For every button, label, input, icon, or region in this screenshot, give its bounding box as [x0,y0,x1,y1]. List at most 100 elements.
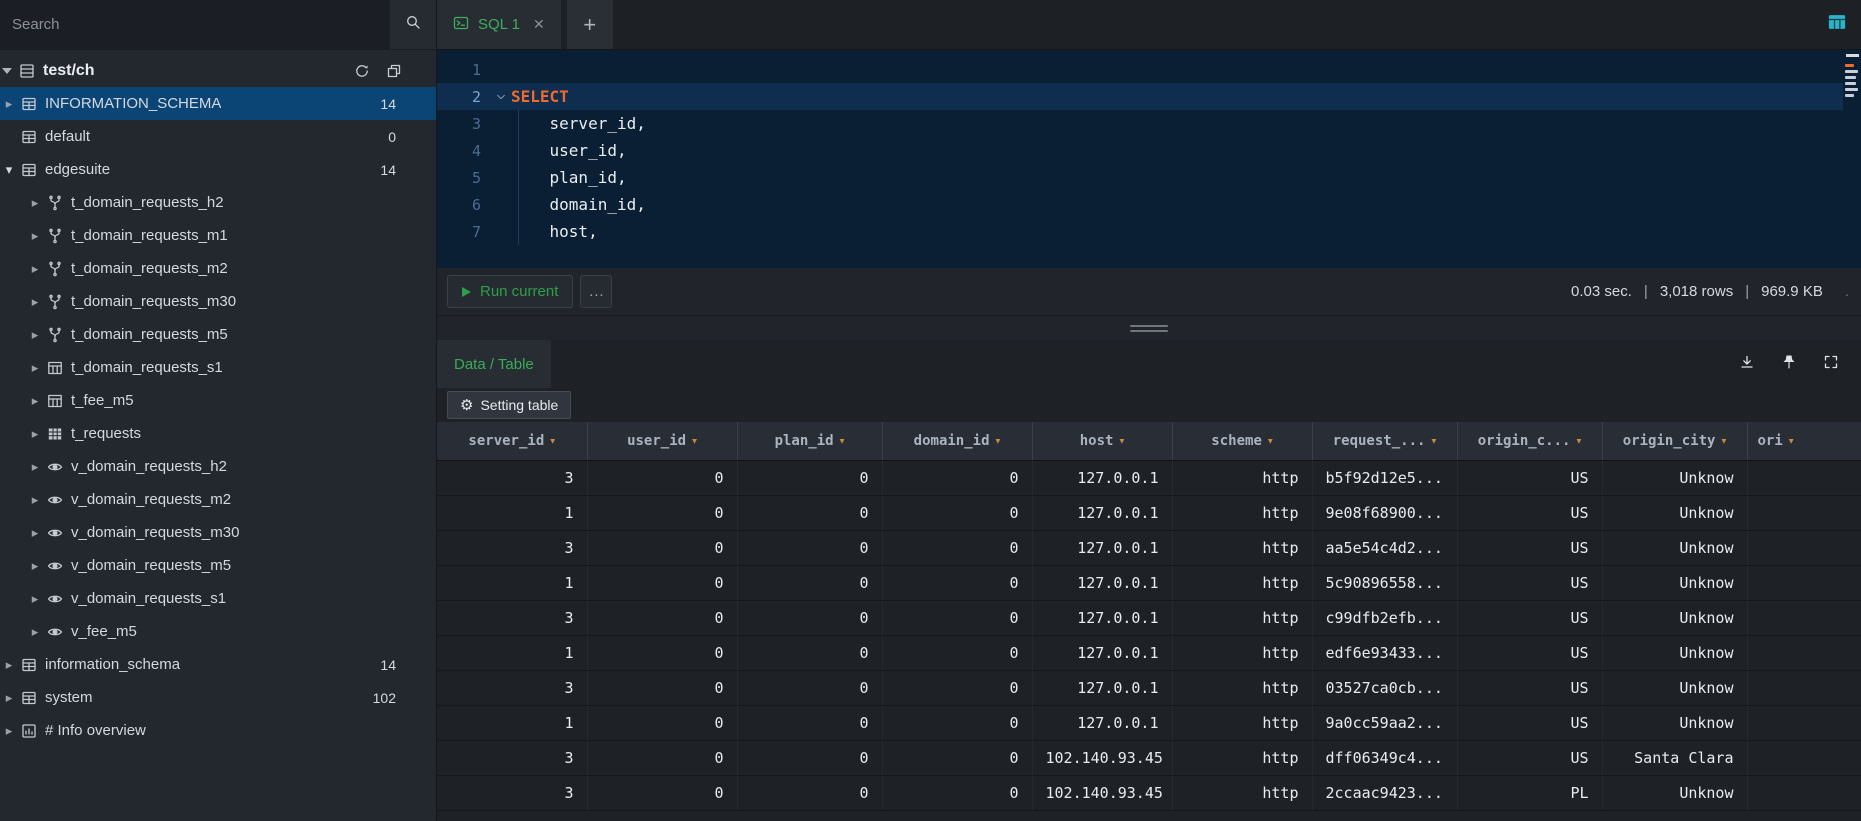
cell-origin-city[interactable]: Unknow [1602,460,1747,495]
cell-ori[interactable] [1747,670,1861,705]
column-header-user-id[interactable]: user_id▼ [587,422,737,460]
sort-filter-icon[interactable]: ▼ [692,436,697,445]
tab-sql-1[interactable]: SQL 1 ✕ [437,0,561,49]
tree-item-information-schema[interactable]: ▸INFORMATION_SCHEMA14 [0,87,436,120]
cell-domain-id[interactable]: 0 [882,530,1032,565]
fullscreen-button[interactable] [1823,354,1839,375]
column-header-request[interactable]: request_...▼ [1312,422,1457,460]
cell-scheme[interactable]: http [1172,740,1312,775]
editor-line-7[interactable]: 7 host, [437,218,1861,245]
column-header-origin-city[interactable]: origin_city▼ [1602,422,1747,460]
cell-ori[interactable] [1747,565,1861,600]
editor-line-4[interactable]: 4 user_id, [437,137,1861,164]
cell-user-id[interactable]: 0 [587,635,737,670]
expand-arrow-icon[interactable]: ▸ [26,492,44,508]
expand-arrow-icon[interactable]: ▸ [26,393,44,409]
cell-origin-city[interactable]: Unknow [1602,530,1747,565]
sort-filter-icon[interactable]: ▼ [1721,436,1726,445]
cell-ori[interactable] [1747,775,1861,810]
tree-item-t-domain-requests-m5[interactable]: ▸t_domain_requests_m5 [0,318,436,351]
cell-request[interactable]: c99dfb2efb... [1312,600,1457,635]
cell-plan-id[interactable]: 0 [737,775,882,810]
cell-plan-id[interactable]: 0 [737,635,882,670]
column-header-server-id[interactable]: server_id▼ [437,422,587,460]
search-button[interactable] [390,0,436,49]
sort-filter-icon[interactable]: ▼ [840,436,845,445]
tree-item-t-requests[interactable]: ▸t_requests [0,417,436,450]
sort-filter-icon[interactable]: ▼ [1789,436,1794,445]
tree-item-v-domain-requests-s1[interactable]: ▸v_domain_requests_s1 [0,582,436,615]
cell-server-id[interactable]: 1 [437,705,587,740]
expand-arrow-icon[interactable]: ▸ [26,195,44,211]
table-row[interactable]: 1000127.0.0.1http5c90896558...USUnknow [437,565,1861,600]
expand-arrow-icon[interactable]: ▸ [0,96,18,112]
cell-ori[interactable] [1747,495,1861,530]
table-row[interactable]: 1000127.0.0.1http9a0cc59aa2...USUnknow [437,705,1861,740]
cell-host[interactable]: 127.0.0.1 [1032,460,1172,495]
tree-item-t-domain-requests-m2[interactable]: ▸t_domain_requests_m2 [0,252,436,285]
cell-server-id[interactable]: 3 [437,600,587,635]
export-button[interactable] [1739,354,1755,375]
tree-item-v-fee-m5[interactable]: ▸v_fee_m5 [0,615,436,648]
editor-line-3[interactable]: 3 server_id, [437,110,1861,137]
cell-request[interactable]: edf6e93433... [1312,635,1457,670]
tree-item-v-domain-requests-m30[interactable]: ▸v_domain_requests_m30 [0,516,436,549]
cell-ori[interactable] [1747,530,1861,565]
cell-request[interactable]: 2ccaac9423... [1312,775,1457,810]
cell-server-id[interactable]: 3 [437,530,587,565]
editor-line-2[interactable]: 2SELECT [437,83,1861,110]
expand-arrow-icon[interactable]: ▸ [26,558,44,574]
tree-item-info-overview[interactable]: ▸# Info overview [0,714,436,747]
column-header-ori[interactable]: ori▼ [1747,422,1861,460]
cell-origin-c[interactable]: US [1457,635,1602,670]
cell-host[interactable]: 127.0.0.1 [1032,495,1172,530]
cell-domain-id[interactable]: 0 [882,460,1032,495]
table-view-button[interactable] [1827,12,1847,37]
cell-host[interactable]: 127.0.0.1 [1032,600,1172,635]
expand-arrow-icon[interactable]: ▾ [0,162,18,178]
cell-plan-id[interactable]: 0 [737,495,882,530]
cell-ori[interactable] [1747,705,1861,740]
expand-arrow-icon[interactable]: ▸ [26,228,44,244]
expand-arrow-icon[interactable]: ▸ [26,459,44,475]
cell-domain-id[interactable]: 0 [882,600,1032,635]
cell-domain-id[interactable]: 0 [882,565,1032,600]
cell-origin-c[interactable]: US [1457,565,1602,600]
cell-scheme[interactable]: http [1172,600,1312,635]
cell-origin-c[interactable]: US [1457,740,1602,775]
cell-origin-city[interactable]: Unknow [1602,670,1747,705]
cell-user-id[interactable]: 0 [587,565,737,600]
column-header-host[interactable]: host▼ [1032,422,1172,460]
tree-item-t-domain-requests-m30[interactable]: ▸t_domain_requests_m30 [0,285,436,318]
cell-server-id[interactable]: 1 [437,635,587,670]
setting-table-button[interactable]: ⚙ Setting table [447,391,571,419]
collapse-all-button[interactable] [386,63,402,79]
cell-user-id[interactable]: 0 [587,495,737,530]
cell-origin-c[interactable]: US [1457,530,1602,565]
cell-scheme[interactable]: http [1172,635,1312,670]
tree-item-default[interactable]: default0 [0,120,436,153]
cell-origin-city[interactable]: Unknow [1602,705,1747,740]
cell-request[interactable]: 5c90896558... [1312,565,1457,600]
cell-scheme[interactable]: http [1172,565,1312,600]
table-row[interactable]: 1000127.0.0.1http9e08f68900...USUnknow [437,495,1861,530]
cell-ori[interactable] [1747,740,1861,775]
table-row[interactable]: 3000127.0.0.1httpaa5e54c4d2...USUnknow [437,530,1861,565]
cell-server-id[interactable]: 1 [437,495,587,530]
cell-server-id[interactable]: 3 [437,740,587,775]
cell-origin-city[interactable]: Unknow [1602,635,1747,670]
cell-scheme[interactable]: http [1172,775,1312,810]
refresh-button[interactable] [354,63,370,79]
run-options-button[interactable]: … [580,275,612,308]
cell-user-id[interactable]: 0 [587,775,737,810]
cell-plan-id[interactable]: 0 [737,705,882,740]
table-row[interactable]: 3000102.140.93.45http2ccaac9423...PLUnkn… [437,775,1861,810]
cell-plan-id[interactable]: 0 [737,670,882,705]
expand-arrow-icon[interactable]: ▸ [26,591,44,607]
cell-scheme[interactable]: http [1172,670,1312,705]
expand-arrow-icon[interactable]: ▸ [26,294,44,310]
cell-origin-city[interactable]: Unknow [1602,775,1747,810]
expand-arrow-icon[interactable]: ▸ [26,327,44,343]
tree-item-v-domain-requests-h2[interactable]: ▸v_domain_requests_h2 [0,450,436,483]
cell-request[interactable]: b5f92d12e5... [1312,460,1457,495]
